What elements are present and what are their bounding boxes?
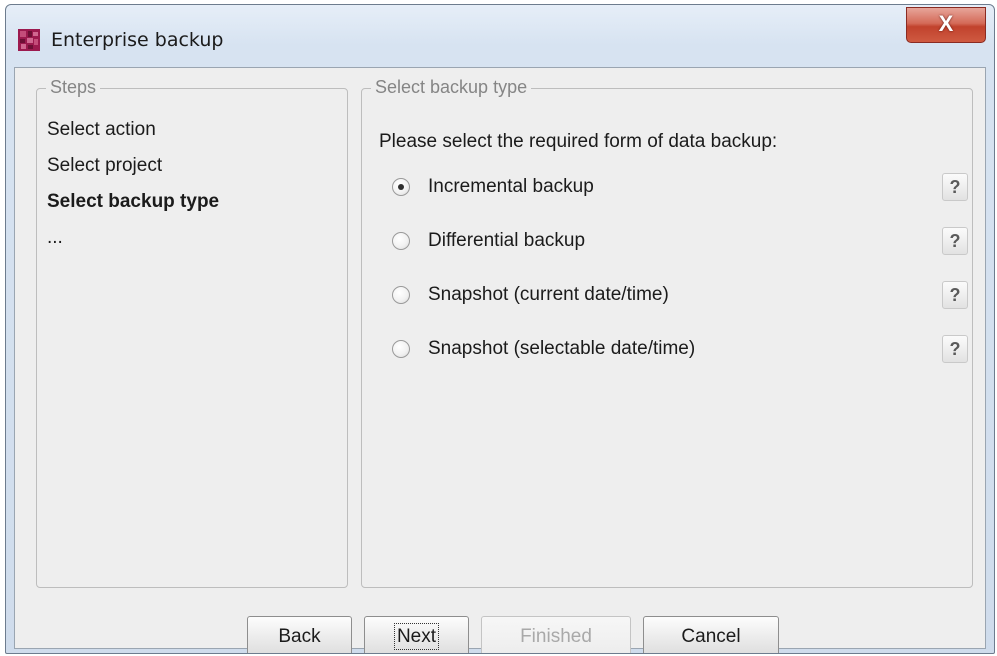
step-item-more: ...: [47, 227, 63, 248]
steps-panel: Steps Select action Select project Selec…: [36, 77, 348, 588]
next-button-label: Next: [393, 623, 440, 650]
option-label[interactable]: Snapshot (selectable date/time): [428, 338, 695, 360]
close-button[interactable]: X: [906, 7, 986, 43]
radio-snapshot-current[interactable]: [392, 286, 410, 304]
help-incremental-backup-button[interactable]: ?: [942, 173, 968, 201]
back-button[interactable]: Back: [247, 616, 352, 653]
app-logo-icon: [18, 29, 40, 51]
backup-type-prompt: Please select the required form of data …: [379, 131, 778, 152]
radio-incremental-backup[interactable]: [392, 178, 410, 196]
wizard-window: Enterprise backup X Steps Select action …: [5, 4, 995, 654]
step-item-select-action: Select action: [47, 119, 156, 140]
backup-type-panel: Select backup type Please select the req…: [361, 77, 973, 588]
option-label[interactable]: Snapshot (current date/time): [428, 284, 669, 306]
backup-type-legend: Select backup type: [371, 77, 532, 98]
help-snapshot-selectable-button[interactable]: ?: [942, 335, 968, 363]
dialog-body: Steps Select action Select project Selec…: [14, 67, 986, 653]
help-differential-backup-button[interactable]: ?: [942, 227, 968, 255]
step-item-select-project: Select project: [47, 155, 163, 176]
cancel-button[interactable]: Cancel: [643, 616, 779, 653]
help-snapshot-current-button[interactable]: ?: [942, 281, 968, 309]
radio-differential-backup[interactable]: [392, 232, 410, 250]
option-label[interactable]: Differential backup: [428, 230, 585, 252]
finished-button: Finished: [481, 616, 631, 653]
radio-selected-dot: [398, 184, 404, 190]
steps-legend: Steps: [46, 77, 101, 98]
next-button[interactable]: Next: [364, 616, 469, 653]
option-label[interactable]: Incremental backup: [428, 176, 594, 198]
window-title: Enterprise backup: [51, 29, 224, 51]
title-bar: Enterprise backup X: [6, 5, 994, 67]
radio-snapshot-selectable[interactable]: [392, 340, 410, 358]
step-item-select-backup-type: Select backup type: [47, 191, 220, 212]
